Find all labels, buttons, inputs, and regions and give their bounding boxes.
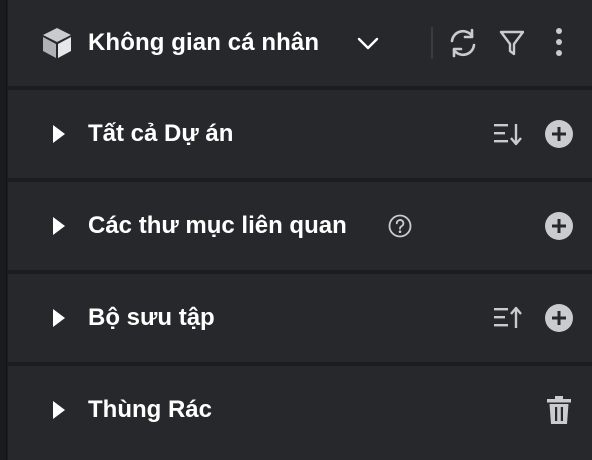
caret-right-icon[interactable]: [50, 400, 68, 420]
workspace-cube-icon: [40, 26, 74, 60]
sidebar-panel: Không gian cá nhân Tất cả Dự án Các thư …: [0, 0, 592, 460]
section-label-all-projects[interactable]: Tất cả Dự án: [88, 119, 233, 149]
section-all-projects[interactable]: Tất cả Dự án: [8, 90, 592, 178]
workspace-header: Không gian cá nhân: [8, 0, 592, 86]
add-circle-icon[interactable]: [545, 120, 573, 148]
caret-right-icon[interactable]: [50, 124, 68, 144]
add-circle-icon[interactable]: [545, 212, 573, 240]
resize-rail[interactable]: [0, 0, 7, 460]
more-vertical-icon[interactable]: [551, 26, 567, 60]
trash-icon[interactable]: [546, 395, 572, 425]
add-circle-icon[interactable]: [545, 304, 573, 332]
section-trash[interactable]: Thùng Rác: [8, 366, 592, 460]
refresh-icon[interactable]: [448, 27, 478, 59]
sort-ascending-icon[interactable]: [492, 304, 524, 332]
help-circle-icon[interactable]: [388, 214, 412, 238]
section-collections[interactable]: Bộ sưu tập: [8, 274, 592, 362]
section-label-collections[interactable]: Bộ sưu tập: [88, 303, 215, 333]
sort-descending-icon[interactable]: [492, 120, 524, 148]
section-related-folders[interactable]: Các thư mục liên quan: [8, 182, 592, 270]
workspace-title[interactable]: Không gian cá nhân: [88, 28, 319, 58]
caret-right-icon[interactable]: [50, 216, 68, 236]
section-label-trash[interactable]: Thùng Rác: [88, 395, 212, 425]
section-label-related-folders[interactable]: Các thư mục liên quan: [88, 211, 347, 241]
header-divider: [431, 27, 433, 59]
chevron-down-icon[interactable]: [356, 32, 380, 54]
filter-icon[interactable]: [498, 28, 526, 58]
caret-right-icon[interactable]: [50, 308, 68, 328]
